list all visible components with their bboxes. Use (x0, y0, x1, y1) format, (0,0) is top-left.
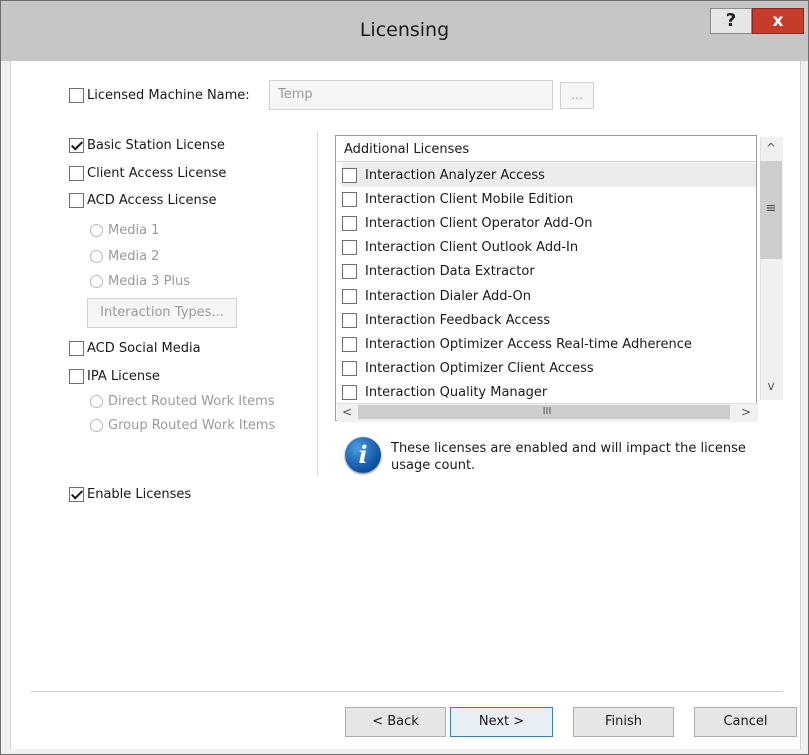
column-divider (317, 131, 318, 476)
scroll-up-arrow-icon[interactable]: ^ (760, 141, 782, 155)
scroll-right-arrow-icon[interactable]: > (736, 403, 756, 421)
list-rows: Interaction Analyzer Access Interaction … (342, 163, 756, 405)
checkbox-box[interactable] (342, 215, 357, 231)
media-1-radio[interactable]: Media 1 (90, 223, 159, 238)
media-1-label: Media 1 (108, 223, 160, 238)
list-header: Additional Licenses (344, 142, 470, 157)
help-button[interactable]: ? (710, 8, 752, 34)
radio-circle[interactable] (90, 419, 103, 432)
list-item[interactable]: Interaction Feedback Access (342, 308, 756, 332)
list-item[interactable]: Interaction Optimizer Client Access (342, 357, 756, 381)
list-item[interactable]: Interaction Optimizer Access Real-time A… (342, 332, 756, 356)
list-item[interactable]: Interaction Client Outlook Add-In (342, 236, 756, 260)
radio-circle[interactable] (90, 224, 103, 237)
enable-licenses-label: Enable Licenses (87, 487, 192, 502)
list-item-label: Interaction Quality Manager (365, 385, 548, 401)
checkbox-box[interactable] (342, 240, 357, 256)
checkbox-box[interactable] (69, 369, 84, 384)
licensed-machine-name-label: Licensed Machine Name: (87, 88, 250, 103)
checkbox-box[interactable] (342, 167, 357, 183)
list-item-label: Interaction Analyzer Access (365, 167, 545, 183)
header-divider (337, 161, 756, 162)
scroll-left-arrow-icon[interactable]: < (337, 403, 357, 421)
ipa-license-checkbox[interactable]: IPA License (69, 369, 160, 384)
list-item-label: Interaction Client Mobile Edition (365, 191, 574, 207)
close-button[interactable]: x (752, 8, 804, 34)
next-button[interactable]: Next > (450, 707, 553, 737)
browse-button[interactable]: ... (560, 82, 594, 109)
checkbox-box[interactable] (69, 341, 84, 356)
title-bar: Licensing ? x (1, 1, 808, 61)
footer-divider (31, 691, 783, 692)
list-item[interactable]: Interaction Client Mobile Edition (342, 187, 756, 211)
scroll-down-arrow-icon[interactable]: v (760, 379, 782, 393)
ipa-license-label: IPA License (87, 369, 160, 384)
media-2-radio[interactable]: Media 2 (90, 249, 159, 264)
checkbox-box[interactable] (342, 312, 357, 328)
acd-access-license-checkbox[interactable]: ACD Access License (69, 193, 217, 208)
checkbox-box[interactable] (342, 385, 357, 401)
finish-button[interactable]: Finish (573, 707, 674, 737)
horizontal-grip-icon: III (542, 406, 552, 417)
list-item[interactable]: Interaction Client Operator Add-On (342, 211, 756, 235)
list-item-label: Interaction Feedback Access (365, 312, 551, 328)
checkbox-box[interactable] (342, 264, 357, 280)
direct-routed-label: Direct Routed Work Items (108, 394, 275, 409)
media-2-label: Media 2 (108, 249, 160, 264)
client-access-license-label: Client Access License (87, 166, 227, 181)
info-icon: i (345, 437, 381, 473)
vertical-grip-icon: ≡ (765, 201, 777, 216)
licensing-dialog: Licensing ? x Licensed Machine Name: Tem… (0, 0, 809, 755)
checkbox-box[interactable] (342, 191, 357, 207)
list-item[interactable]: Interaction Quality Manager (342, 381, 756, 405)
list-item-label: Interaction Optimizer Client Access (365, 361, 594, 377)
list-item-label: Interaction Dialer Add-On (365, 288, 532, 304)
enable-licenses-checkbox[interactable]: Enable Licenses (69, 487, 191, 502)
info-message: These licenses are enabled and will impa… (391, 441, 746, 473)
checkbox-box[interactable] (342, 336, 357, 352)
list-item-label: Interaction Client Outlook Add-In (365, 240, 579, 256)
radio-circle[interactable] (90, 275, 103, 288)
window-title: Licensing (359, 19, 450, 41)
media-3-plus-radio[interactable]: Media 3 Plus (90, 274, 190, 289)
list-item-label: Interaction Client Operator Add-On (365, 215, 593, 231)
licensed-machine-name-checkbox[interactable]: Licensed Machine Name: (69, 88, 250, 103)
list-item[interactable]: Interaction Analyzer Access (342, 163, 756, 188)
checkbox-box[interactable] (342, 288, 357, 304)
additional-licenses-list[interactable]: Additional Licenses Interaction Analyzer… (335, 135, 757, 421)
client-access-license-checkbox[interactable]: Client Access License (69, 166, 226, 181)
machine-name-input[interactable]: Temp (269, 80, 553, 110)
media-3-plus-label: Media 3 Plus (108, 274, 191, 289)
acd-social-media-checkbox[interactable]: ACD Social Media (69, 341, 201, 356)
back-button[interactable]: < Back (345, 707, 446, 737)
checkbox-box[interactable] (69, 193, 84, 208)
list-item-label: Interaction Data Extractor (365, 264, 535, 280)
list-item[interactable]: Interaction Data Extractor (342, 260, 756, 284)
checkbox-box[interactable] (69, 487, 84, 502)
checkbox-box[interactable] (69, 138, 84, 153)
checkbox-box[interactable] (69, 88, 84, 103)
list-item-label: Interaction Optimizer Access Real-time A… (365, 336, 692, 352)
basic-station-license-checkbox[interactable]: Basic Station License (69, 138, 225, 153)
checkbox-box[interactable] (342, 361, 357, 377)
radio-circle[interactable] (90, 250, 103, 263)
checkbox-box[interactable] (69, 166, 84, 181)
radio-circle[interactable] (90, 395, 103, 408)
cancel-button[interactable]: Cancel (694, 707, 797, 737)
list-item[interactable]: Interaction Dialer Add-On (342, 284, 756, 308)
basic-station-license-label: Basic Station License (87, 138, 225, 153)
direct-routed-radio[interactable]: Direct Routed Work Items (90, 394, 275, 409)
group-routed-label: Group Routed Work Items (108, 418, 276, 433)
acd-access-license-label: ACD Access License (87, 193, 217, 208)
group-routed-radio[interactable]: Group Routed Work Items (90, 418, 275, 433)
acd-social-media-label: ACD Social Media (87, 341, 201, 356)
interaction-types-button[interactable]: Interaction Types... (87, 298, 237, 328)
